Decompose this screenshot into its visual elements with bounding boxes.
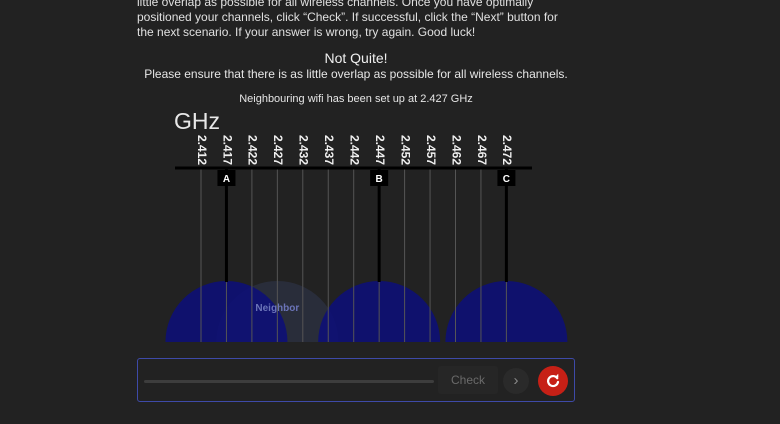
frequency-tick-label: 2.467 — [475, 135, 489, 165]
retry-button[interactable] — [538, 366, 568, 396]
next-button[interactable]: › — [503, 368, 529, 394]
refresh-icon — [547, 373, 560, 388]
frequency-tick-label: 2.422 — [246, 135, 260, 165]
frequency-tick-label: 2.427 — [271, 135, 285, 165]
controls-bar: Check › — [137, 358, 575, 402]
channel-marker-label: A — [223, 174, 230, 185]
check-button[interactable]: Check — [438, 366, 498, 394]
progress-bar — [144, 380, 434, 383]
frequency-tick-label: 2.462 — [449, 135, 463, 165]
frequency-tick-label: 2.472 — [500, 135, 514, 165]
frequency-tick-label: 2.432 — [297, 135, 311, 165]
frequency-tick-label: 2.437 — [322, 135, 336, 165]
channel-marker-c[interactable]: C — [497, 170, 516, 186]
frequency-tick-label: 2.452 — [398, 135, 412, 165]
unit-label: GHz — [174, 108, 220, 134]
channel-marker-a[interactable]: A — [217, 170, 236, 186]
frequency-tick-label: 2.442 — [348, 135, 362, 165]
frequency-tick-label: 2.457 — [424, 135, 438, 165]
channel-marker-label: B — [376, 174, 383, 185]
frequency-tick-label: 2.417 — [220, 135, 234, 165]
frequency-tick-label: 2.412 — [195, 135, 209, 165]
frequency-tick-label: 2.447 — [373, 135, 387, 165]
channel-marker-label: C — [503, 174, 510, 185]
channel-marker-b[interactable]: B — [370, 170, 389, 186]
chevron-right-icon: › — [513, 372, 519, 389]
